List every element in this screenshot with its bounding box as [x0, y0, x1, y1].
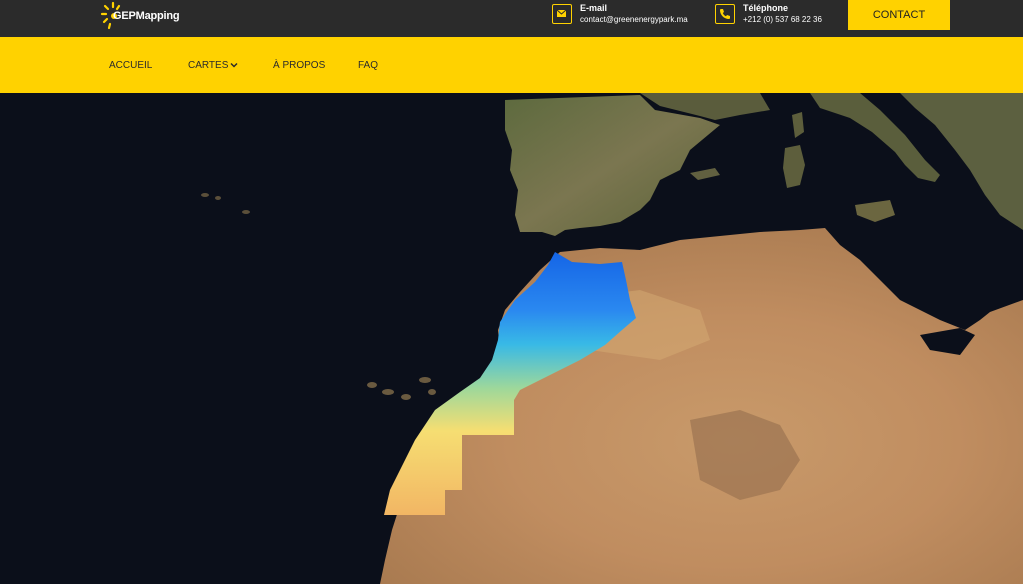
email-value[interactable]: contact@greenenergypark.ma: [580, 14, 688, 25]
chevron-down-icon: [230, 63, 238, 68]
nav-label-faq: FAQ: [358, 60, 379, 71]
phone-text: Téléphone +212 (0) 537 68 22 36: [743, 3, 822, 25]
nav-item-accueil[interactable]: ACCUEIL: [109, 60, 152, 71]
map-canvas: [0, 93, 1023, 584]
satellite-map[interactable]: [0, 93, 1023, 584]
nav-label-cartes: CARTES: [188, 60, 229, 71]
contact-button[interactable]: CONTACT: [848, 0, 950, 30]
email-title: E-mail: [580, 3, 608, 13]
phone-title: Téléphone: [743, 3, 789, 13]
nav-label-accueil: ACCUEIL: [109, 60, 153, 71]
nav-item-a-propos[interactable]: À PROPOS: [273, 60, 325, 71]
main-nav: ACCUEIL CARTES À PROPOS FAQ: [0, 37, 1023, 93]
phone-icon: [715, 4, 735, 24]
nav-item-cartes[interactable]: CARTES: [188, 60, 238, 71]
nav-item-faq[interactable]: FAQ: [358, 60, 378, 71]
mail-icon: [552, 4, 572, 24]
email-text: E-mail contact@greenenergypark.ma: [580, 3, 688, 25]
phone-value[interactable]: +212 (0) 537 68 22 36: [743, 14, 822, 25]
site-logo[interactable]: GEPMapping: [100, 0, 190, 34]
top-header-bar: GEPMapping E-mail contact@greenenergypar…: [0, 0, 1023, 37]
brand-name: GEPMapping: [113, 10, 180, 22]
nav-label-a-propos: À PROPOS: [273, 60, 326, 71]
